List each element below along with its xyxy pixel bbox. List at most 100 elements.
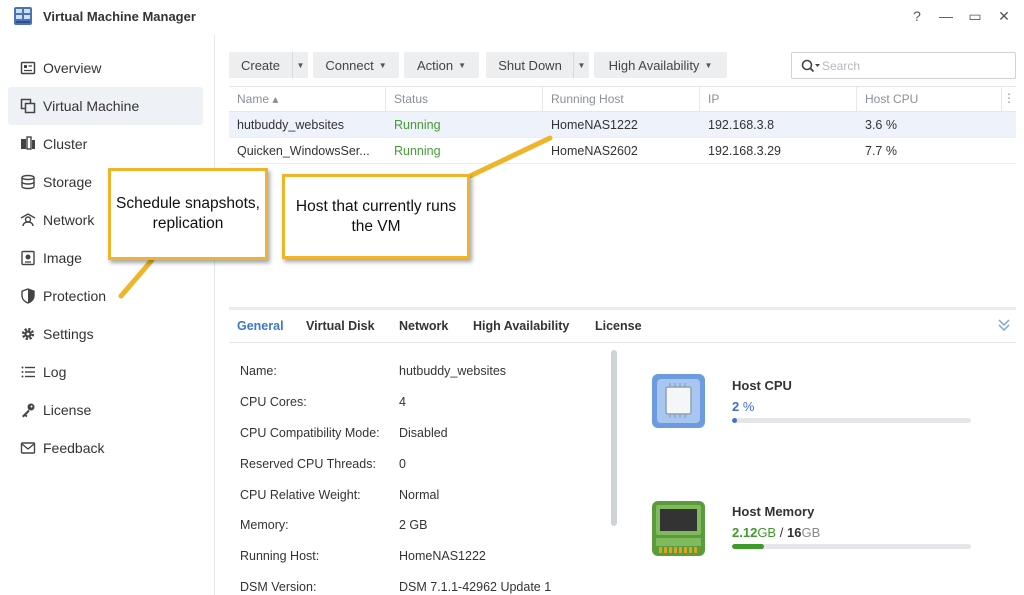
property-value: Normal [399, 488, 440, 502]
host-cpu-bar [732, 418, 971, 423]
properties-scrollbar[interactable] [611, 350, 617, 526]
shutdown-dropdown-button[interactable]: ▼ [573, 52, 589, 78]
image-icon [21, 250, 35, 266]
column-header-name[interactable]: Name ▴ [229, 87, 386, 111]
property-value: HomeNAS1222 [399, 549, 486, 563]
sidebar-item-license[interactable]: License [8, 391, 203, 429]
caret-down-icon: ▼ [296, 60, 305, 70]
sidebar-item-label: Image [43, 250, 82, 266]
sidebar-item-cluster[interactable]: Cluster [8, 125, 203, 163]
property-label: DSM Version: [240, 580, 317, 594]
tab-general[interactable]: General [237, 319, 284, 333]
table-row[interactable]: hutbuddy_websites Running HomeNAS1222 19… [229, 112, 1016, 138]
host-memory-bar [732, 544, 971, 549]
cpu-chip-icon [652, 374, 705, 428]
vm-host-cell: HomeNAS2602 [551, 144, 638, 158]
storage-icon [21, 174, 35, 190]
search-box[interactable] [791, 52, 1016, 79]
sidebar-item-label: Network [43, 212, 95, 228]
overview-icon [20, 61, 36, 75]
property-label: Name: [240, 364, 277, 378]
sidebar-item-label: Log [43, 364, 67, 380]
shutdown-button-label: Shut Down [498, 57, 562, 73]
title-bar: Virtual Machine Manager ? — ▭ ✕ [0, 0, 1024, 34]
vm-name-cell: hutbuddy_websites [237, 118, 345, 132]
protection-callout: Schedule snapshots, replication [108, 168, 268, 260]
property-label: Memory: [240, 518, 289, 532]
property-value: DSM 7.1.1-42962 Update 1 [399, 580, 552, 594]
host-memory-separator: / [779, 525, 784, 540]
property-value: 2 GB [399, 518, 428, 532]
column-menu-icon[interactable]: ⋮ [1003, 91, 1015, 105]
vm-cpu-cell: 7.7 % [865, 144, 897, 158]
sidebar-item-label: Overview [43, 60, 102, 76]
caret-down-icon: ▼ [577, 60, 586, 70]
mail-icon [20, 442, 36, 454]
create-button[interactable]: Create [229, 52, 292, 78]
cluster-icon [21, 136, 35, 150]
memory-module-icon [652, 501, 705, 556]
caret-down-icon: ▼ [378, 60, 387, 70]
property-value: 0 [399, 457, 406, 471]
column-header-ip[interactable]: IP [700, 87, 857, 111]
high-availability-button[interactable]: High Availability ▼ [594, 52, 727, 78]
detail-tabs: General Virtual Disk Network High Availa… [229, 310, 1016, 343]
help-button[interactable]: ? [908, 7, 926, 25]
property-label: Running Host: [240, 549, 320, 563]
sidebar-item-overview[interactable]: Overview [8, 49, 203, 87]
vm-cpu-cell: 3.6 % [865, 118, 897, 132]
sidebar-item-protection[interactable]: Protection [8, 277, 203, 315]
table-row[interactable]: Quicken_WindowsSer... Running HomeNAS260… [229, 138, 1016, 164]
host-cpu-bar-fill [732, 418, 737, 423]
vm-table-header: Name ▴ Status Running Host IP Host CPU ⋮ [229, 86, 1016, 112]
action-button[interactable]: Action ▼ [404, 52, 479, 78]
vm-name-cell: Quicken_WindowsSer... [237, 144, 370, 158]
column-header-status[interactable]: Status [386, 87, 543, 111]
tab-high-availability[interactable]: High Availability [473, 319, 569, 333]
gear-icon [21, 327, 35, 341]
create-button-label: Create [240, 57, 281, 73]
search-input[interactable] [822, 56, 1007, 75]
property-label: CPU Relative Weight: [240, 488, 361, 502]
sidebar-item-virtual-machine[interactable]: Virtual Machine [8, 87, 203, 125]
vm-ip-cell: 192.168.3.8 [708, 118, 775, 132]
property-label: Reserved CPU Threads: [240, 457, 376, 471]
tab-network[interactable]: Network [399, 319, 448, 333]
create-dropdown-button[interactable]: ▼ [292, 52, 308, 78]
virtual-machine-icon [20, 98, 36, 114]
collapse-icon[interactable] [997, 318, 1011, 332]
shutdown-button[interactable]: Shut Down [486, 52, 574, 78]
search-icon[interactable] [801, 59, 821, 73]
sidebar-item-feedback[interactable]: Feedback [8, 429, 203, 467]
host-memory-used: 2.12 [732, 525, 758, 540]
tab-virtual-disk[interactable]: Virtual Disk [306, 319, 375, 333]
host-memory-total: 16 [786, 525, 802, 540]
connect-button[interactable]: Connect ▼ [313, 52, 399, 78]
sidebar-item-label: License [43, 402, 92, 418]
caret-down-icon: ▼ [704, 60, 713, 70]
vm-status-cell: Running [394, 144, 441, 158]
column-header-running-host[interactable]: Running Host [543, 87, 700, 111]
virtual-machine-manager-app-icon [14, 7, 32, 25]
sidebar-item-label: Virtual Machine [43, 98, 140, 114]
sidebar-item-label: Protection [43, 288, 107, 304]
host-memory-used-unit: GB [757, 525, 777, 540]
running-host-callout: Host that currently runs the VM [282, 174, 470, 259]
sidebar-item-label: Settings [43, 326, 94, 342]
column-header-host-cpu[interactable]: Host CPU [857, 87, 1002, 111]
minimize-button[interactable]: — [937, 7, 955, 25]
sidebar-item-label: Cluster [43, 136, 88, 152]
maximize-button[interactable]: ▭ [966, 7, 984, 25]
property-label: CPU Compatibility Mode: [240, 426, 380, 440]
property-value: 4 [399, 395, 406, 409]
close-button[interactable]: ✕ [995, 7, 1013, 25]
action-button-label: Action [416, 57, 454, 73]
host-memory-value: 2.12GB / 16GB [732, 525, 820, 540]
sidebar-item-log[interactable]: Log [8, 353, 203, 391]
host-memory-total-unit: GB [801, 525, 821, 540]
connect-button-label: Connect [325, 57, 374, 73]
vm-ip-cell: 192.168.3.29 [708, 144, 781, 158]
sidebar-item-settings[interactable]: Settings [8, 315, 203, 353]
host-cpu-percent: 2 [732, 399, 740, 414]
tab-license[interactable]: License [595, 319, 642, 333]
